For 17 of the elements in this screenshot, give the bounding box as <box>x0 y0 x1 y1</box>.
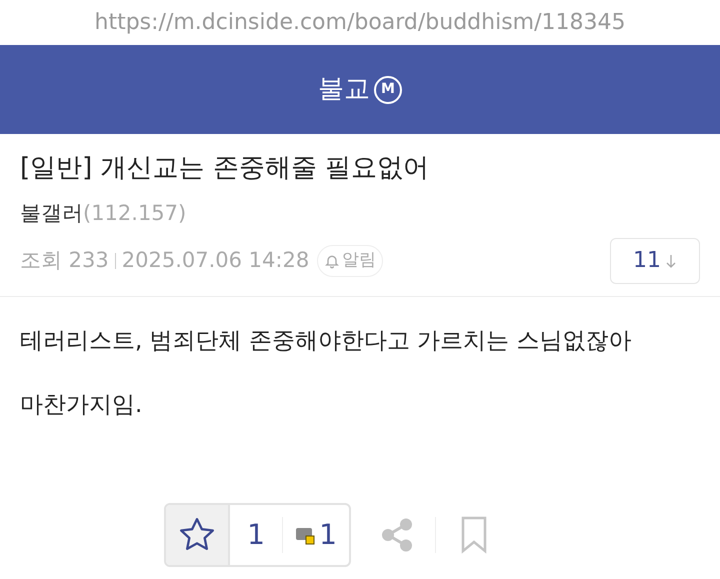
author-name[interactable]: 불갤러 <box>20 198 83 230</box>
view-count: 조회 233 <box>20 246 109 274</box>
body-paragraph: 마찬가지임. <box>20 390 144 420</box>
post-date: 2025.07.06 14:28 <box>122 246 310 274</box>
post-title: [일반] 개신교는 존중해줄 필요없어 <box>20 152 430 185</box>
bell-icon <box>324 252 340 268</box>
comment-count-button[interactable]: 11 <box>610 238 700 284</box>
recommend-button[interactable] <box>166 505 230 565</box>
author-ip: (112.157) <box>83 200 186 227</box>
url-text: https://m.dcinside.com/board/buddhism/118345 <box>94 9 626 37</box>
recommend-count: 1 <box>246 517 266 553</box>
mobile-badge: M <box>374 76 402 104</box>
down-arrow-icon <box>665 254 677 268</box>
board-title[interactable]: 불교 <box>318 70 370 109</box>
fixed-recommend-count: 1 <box>319 517 337 553</box>
body-paragraph: 테러리스트, 범죄단체 존중해야한다고 가르치는 스님없잖아 <box>20 326 633 356</box>
bookmark-icon <box>460 516 488 554</box>
